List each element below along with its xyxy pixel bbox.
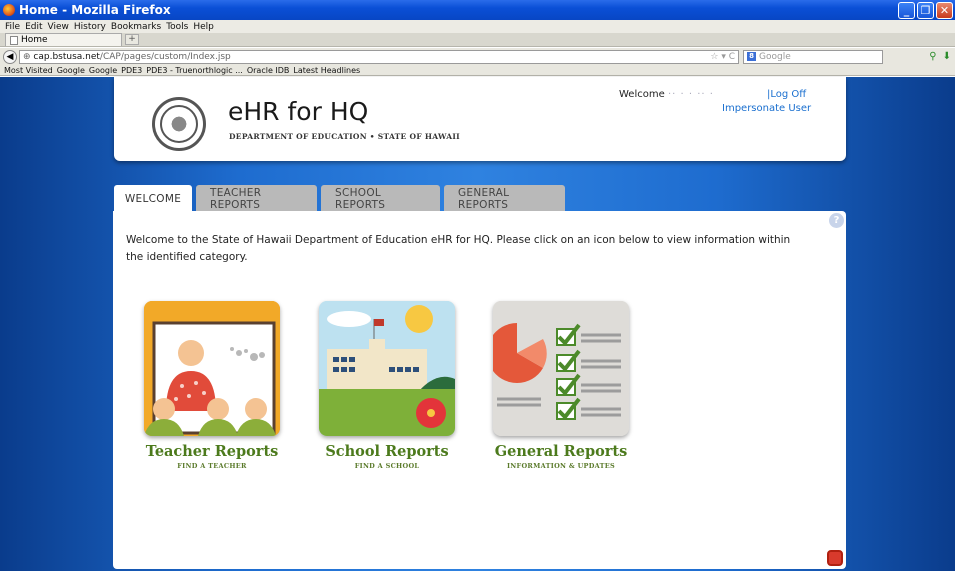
impersonate-user-link[interactable]: Impersonate User	[722, 103, 811, 114]
minimize-button[interactable]: _	[898, 2, 915, 19]
bookmark-google[interactable]: Google	[57, 66, 85, 75]
site-header: eHR for HQ DEPARTMENT OF EDUCATION • STA…	[114, 77, 846, 161]
window-title: Home - Mozilla Firefox	[19, 3, 171, 17]
tab-general-reports[interactable]: GENERAL REPORTS	[444, 185, 565, 212]
help-icon[interactable]: ?	[829, 213, 844, 228]
teacher-reports-tile[interactable]	[144, 301, 280, 436]
bookmark-pde3[interactable]: PDE3	[121, 66, 142, 75]
teacher-reports-subtitle: FIND A TEACHER	[177, 462, 247, 470]
google-icon: 8	[747, 52, 756, 61]
nav-toolbar-icons: ⚲ ⬇	[929, 51, 951, 62]
teacher-reports-label[interactable]: Teacher Reports FIND A TEACHER	[132, 443, 292, 470]
seal-emblem	[160, 105, 198, 143]
firefox-icon	[3, 4, 15, 16]
browser-tab-label: Home	[21, 35, 48, 45]
school-reports-title: School Reports	[325, 443, 449, 460]
restore-button[interactable]: ❐	[917, 2, 934, 19]
magnifier-icon[interactable]: ⚲	[929, 51, 936, 62]
site-title: eHR for HQ	[228, 97, 369, 126]
general-reports-subtitle: INFORMATION & UPDATES	[506, 462, 616, 470]
page-icon	[10, 35, 18, 45]
url-host: cap.bstusa.net	[33, 51, 100, 62]
welcome-label: Welcome	[619, 89, 665, 100]
new-tab-button[interactable]: +	[125, 34, 139, 45]
window-titlebar: Home - Mozilla Firefox _ ❐ ✕	[0, 0, 955, 20]
general-reports-label[interactable]: General Reports INFORMATION & UPDATES	[481, 443, 641, 470]
bookmark-oracle-idb[interactable]: Oracle IDB	[247, 66, 290, 75]
browser-tab-strip: Home +	[0, 33, 955, 47]
general-reports-title: General Reports	[494, 443, 628, 460]
bookmark-most-visited[interactable]: Most Visited	[4, 66, 53, 75]
menu-help[interactable]: Help	[193, 22, 214, 32]
bookmark-pde3-truenorth[interactable]: PDE3 - Truenorthlogic ...	[146, 66, 243, 75]
report-tabs: WELCOME TEACHER REPORTS SCHOOL REPORTS G…	[114, 185, 565, 212]
menu-view[interactable]: View	[48, 22, 69, 32]
bookmark-star-icon[interactable]: ☆ ▾ C	[710, 52, 735, 62]
bookmark-latest-headlines[interactable]: Latest Headlines	[293, 66, 360, 75]
welcome-panel: ? Welcome to the State of Hawaii Departm…	[113, 211, 846, 569]
url-path: /CAP/pages/custom/Index.jsp	[99, 51, 231, 62]
menu-bar: File Edit View History Bookmarks Tools H…	[0, 20, 955, 33]
menu-edit[interactable]: Edit	[25, 22, 42, 32]
site-subtitle: DEPARTMENT OF EDUCATION • STATE OF HAWAI…	[229, 132, 460, 141]
school-reports-label[interactable]: School Reports FIND A SCHOOL	[307, 443, 467, 470]
menu-history[interactable]: History	[74, 22, 106, 32]
teacher-illustration-icon	[144, 301, 280, 436]
navigation-bar: ◀ ⊕ cap.bstusa.net /CAP/pages/custom/Ind…	[0, 48, 955, 65]
school-reports-tile[interactable]	[319, 301, 455, 436]
general-reports-tile[interactable]	[493, 301, 629, 436]
page-background: eHR for HQ DEPARTMENT OF EDUCATION • STA…	[0, 77, 955, 571]
tab-teacher-reports[interactable]: TEACHER REPORTS	[196, 185, 317, 212]
bookmarks-bar: Most Visited Google Google PDE3 PDE3 - T…	[0, 65, 955, 76]
menu-file[interactable]: File	[5, 22, 20, 32]
user-name: ·· · · ·· ·	[667, 89, 714, 100]
menu-tools[interactable]: Tools	[166, 22, 188, 32]
tab-school-reports[interactable]: SCHOOL REPORTS	[321, 185, 440, 212]
url-bar[interactable]: ⊕ cap.bstusa.net /CAP/pages/custom/Index…	[19, 49, 739, 64]
tab-welcome[interactable]: WELCOME	[114, 185, 192, 212]
back-button[interactable]: ◀	[3, 49, 17, 64]
menu-bookmarks[interactable]: Bookmarks	[111, 22, 161, 32]
general-illustration-icon	[493, 301, 629, 436]
download-icon[interactable]: ⬇	[943, 51, 951, 62]
window-controls: _ ❐ ✕	[898, 2, 953, 19]
corner-logo-icon[interactable]	[827, 550, 843, 566]
intro-text: Welcome to the State of Hawaii Departmen…	[126, 234, 791, 263]
doe-seal-logo	[152, 97, 206, 151]
close-button[interactable]: ✕	[936, 2, 953, 19]
teacher-reports-title: Teacher Reports	[145, 443, 279, 460]
school-reports-subtitle: FIND A SCHOOL	[354, 462, 420, 470]
browser-tab-home[interactable]: Home	[5, 33, 122, 46]
search-bar[interactable]: 8 Google	[743, 49, 883, 64]
welcome-text: Welcome ·· · · ·· ·	[619, 89, 714, 100]
school-illustration-icon	[319, 301, 455, 436]
logoff-link[interactable]: |Log Off	[767, 89, 806, 100]
search-placeholder: Google	[759, 51, 791, 62]
bookmark-google-2[interactable]: Google	[89, 66, 117, 75]
globe-icon: ⊕	[23, 51, 34, 62]
